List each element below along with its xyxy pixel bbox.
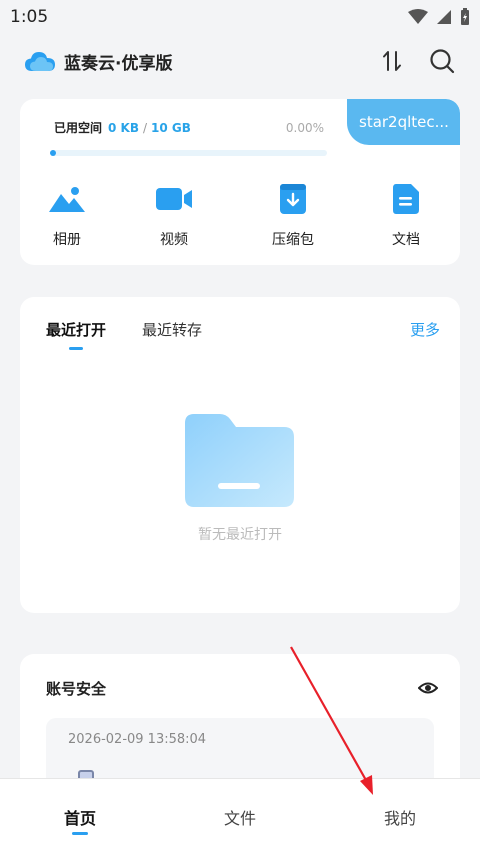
empty-folder-icon xyxy=(185,414,294,507)
status-time: 1:05 xyxy=(10,7,49,27)
storage-progress-bar xyxy=(50,150,327,156)
tab-recent-saved[interactable]: 最近转存 xyxy=(142,319,202,340)
nav-me[interactable]: 我的 xyxy=(320,779,480,853)
storage-label: 已用空间 xyxy=(54,121,103,135)
quick-action-label: 相册 xyxy=(53,232,81,248)
security-title: 账号安全 xyxy=(46,680,107,698)
bottom-nav: 首页 文件 我的 xyxy=(0,778,480,853)
search-icon xyxy=(430,49,455,74)
cloud-icon xyxy=(25,52,55,71)
status-icons xyxy=(408,8,470,26)
storage-separator: / xyxy=(143,120,148,135)
app-header: 蓝奏云·优享版 xyxy=(0,38,480,84)
nav-home[interactable]: 首页 xyxy=(0,779,160,853)
status-bar: 1:05 xyxy=(0,0,480,34)
eye-icon[interactable] xyxy=(418,678,438,698)
recent-tabs: 最近打开 最近转存 xyxy=(46,319,202,350)
storage-usage: 已用空间 0 KB / 10 GB 0.00% xyxy=(54,119,324,136)
search-button[interactable] xyxy=(428,47,456,75)
wifi-icon xyxy=(408,9,428,24)
quick-action-photos[interactable]: 相册 xyxy=(20,181,114,249)
transfer-icon xyxy=(383,51,401,71)
video-icon xyxy=(156,188,192,210)
storage-progress-fill xyxy=(50,150,56,156)
empty-state-text: 暂无最近打开 xyxy=(198,527,282,543)
storage-card: 已用空间 0 KB / 10 GB 0.00% star2qltec... 相册 xyxy=(20,99,460,265)
quick-actions: 相册 视频 压缩包 文档 xyxy=(20,181,460,249)
signal-icon xyxy=(437,10,451,24)
more-link[interactable]: 更多 xyxy=(410,319,440,340)
photo-icon xyxy=(49,187,85,212)
app-title: 蓝奏云·优享版 xyxy=(64,53,173,74)
storage-total: 10 GB xyxy=(151,120,191,135)
transfer-button[interactable] xyxy=(378,47,406,75)
username-tag[interactable]: star2qltec... xyxy=(347,99,460,145)
quick-action-documents[interactable]: 文档 xyxy=(352,181,460,249)
archive-icon xyxy=(280,184,306,214)
recent-card: 最近打开 最近转存 更多 暂无最近打开 xyxy=(20,297,460,613)
quick-action-label: 压缩包 xyxy=(272,232,314,248)
quick-action-label: 文档 xyxy=(392,232,420,248)
nav-files[interactable]: 文件 xyxy=(160,779,320,853)
login-time: 2026-02-09 13:58:04 xyxy=(68,732,207,747)
tab-recent-opened[interactable]: 最近打开 xyxy=(46,319,106,350)
header-actions xyxy=(378,47,456,75)
quick-action-videos[interactable]: 视频 xyxy=(114,181,234,249)
storage-used: 0 KB xyxy=(108,120,139,135)
battery-icon xyxy=(461,8,469,25)
document-icon xyxy=(393,184,419,214)
storage-percent: 0.00% xyxy=(285,120,324,135)
quick-action-label: 视频 xyxy=(160,232,188,248)
quick-action-archives[interactable]: 压缩包 xyxy=(234,181,352,249)
